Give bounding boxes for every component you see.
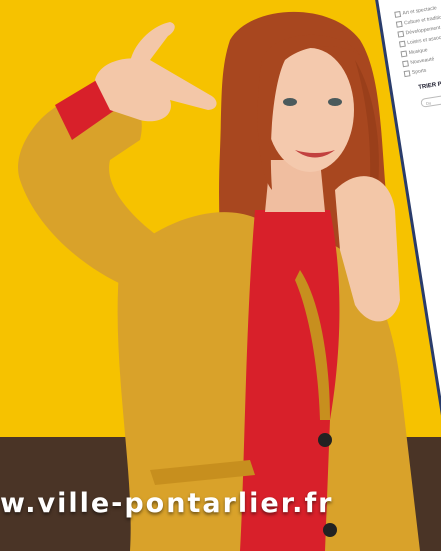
right-eye (328, 98, 342, 106)
coat-button (323, 523, 337, 537)
coat-button (318, 433, 332, 447)
thumb (130, 22, 175, 62)
coat-sleeve (18, 90, 200, 300)
website-url[interactable]: w.ville-pontarlier.fr (0, 488, 441, 519)
woman-illustration (18, 11, 420, 551)
left-eye (283, 98, 297, 106)
